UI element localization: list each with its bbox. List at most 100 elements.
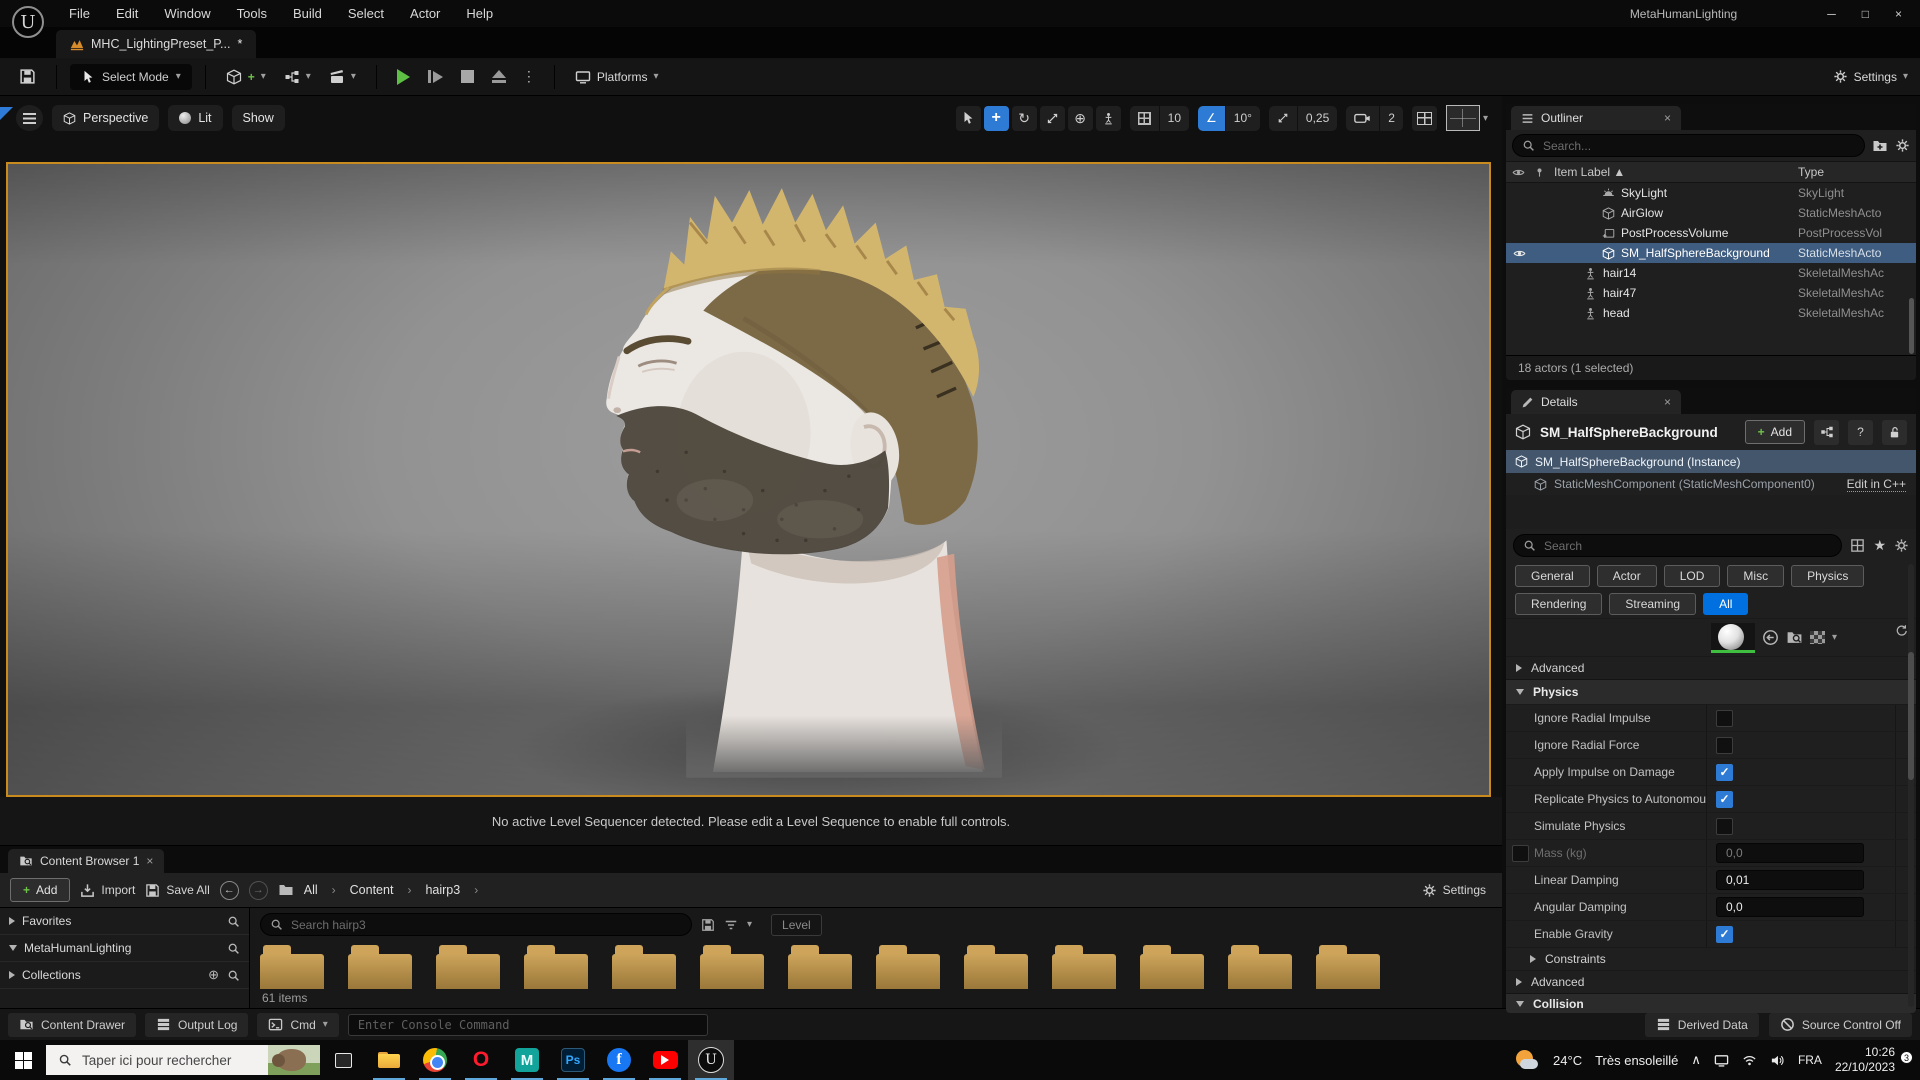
scale-snap-value[interactable]: 0,25 bbox=[1296, 105, 1338, 131]
select-mode-dropdown[interactable]: Select Mode ▾ bbox=[70, 63, 192, 90]
surface-snapping-toggle[interactable] bbox=[1095, 105, 1121, 131]
mass-field[interactable] bbox=[1716, 843, 1864, 863]
rotate-tool-button[interactable]: ↻ bbox=[1011, 105, 1037, 131]
add-collection-icon[interactable]: ⊕ bbox=[208, 967, 219, 983]
language-indicator[interactable]: FRA bbox=[1798, 1053, 1822, 1067]
filter-chip-streaming[interactable]: Streaming bbox=[1609, 593, 1697, 615]
material-thumbnail[interactable] bbox=[1711, 622, 1755, 653]
browse-to-asset-icon[interactable] bbox=[1786, 629, 1803, 646]
checkbox-checked[interactable]: ✓ bbox=[1716, 925, 1733, 943]
close-icon[interactable]: × bbox=[1664, 395, 1671, 409]
filter-chip-all[interactable]: All bbox=[1703, 593, 1749, 615]
collapse-arrow-icon[interactable] bbox=[9, 945, 17, 951]
task-view-button[interactable] bbox=[320, 1040, 366, 1080]
output-log-button[interactable]: Output Log bbox=[145, 1012, 249, 1037]
view-mode-dropdown[interactable]: Lit bbox=[168, 105, 223, 131]
world-space-toggle[interactable]: ⊕ bbox=[1067, 105, 1093, 131]
outliner-search-input[interactable] bbox=[1541, 137, 1855, 154]
outliner-scrollbar[interactable] bbox=[1909, 298, 1914, 354]
filter-chip-lod[interactable]: LOD bbox=[1663, 565, 1721, 587]
gear-icon[interactable] bbox=[1894, 538, 1909, 553]
weather-label[interactable]: Très ensoleillé bbox=[1595, 1053, 1678, 1068]
outliner-search-field[interactable] bbox=[1512, 134, 1865, 157]
editor-settings-dropdown[interactable]: Settings ▾ bbox=[1833, 69, 1908, 84]
display-options-icon[interactable] bbox=[1850, 538, 1865, 553]
asset-search-field[interactable] bbox=[260, 913, 692, 936]
outliner-row-skylight[interactable]: SkyLight SkyLight bbox=[1506, 183, 1916, 203]
3d-viewport[interactable] bbox=[6, 162, 1491, 797]
folder-thumbnail[interactable] bbox=[524, 945, 594, 989]
derived-data-button[interactable]: Derived Data bbox=[1644, 1012, 1759, 1037]
section-collision[interactable]: Collision bbox=[1506, 993, 1916, 1013]
blueprint-button[interactable] bbox=[1814, 419, 1839, 445]
menu-tools[interactable]: Tools bbox=[224, 0, 280, 27]
section-advanced-2[interactable]: Advanced bbox=[1506, 970, 1916, 993]
folder-thumbnail[interactable] bbox=[1052, 945, 1122, 989]
checkbox[interactable] bbox=[1716, 817, 1733, 835]
filter-chevron[interactable]: ▾ bbox=[747, 919, 752, 930]
collapse-arrow-icon[interactable] bbox=[1516, 689, 1524, 695]
expand-arrow-icon[interactable] bbox=[9, 971, 15, 979]
override-checkbox[interactable] bbox=[1512, 845, 1529, 862]
content-browser-tab[interactable]: Content Browser 1 × bbox=[8, 849, 165, 873]
stop-button[interactable] bbox=[454, 65, 481, 88]
grid-snap-value[interactable]: 10 bbox=[1158, 105, 1189, 131]
level-filter-chip[interactable]: Level bbox=[771, 913, 822, 936]
search-icon[interactable] bbox=[227, 969, 240, 982]
details-search-input[interactable] bbox=[1542, 537, 1833, 554]
camera-speed-control[interactable]: 2 bbox=[1346, 105, 1403, 131]
details-scrollbar-thumb[interactable] bbox=[1908, 652, 1914, 780]
sidebar-item-favorites[interactable]: Favorites bbox=[0, 908, 249, 935]
gear-icon[interactable] bbox=[1895, 138, 1910, 153]
windows-search-input[interactable] bbox=[80, 1051, 240, 1069]
add-actor-button[interactable]: + ▾ bbox=[219, 64, 273, 90]
asset-search-input[interactable] bbox=[289, 916, 682, 933]
edit-in-cpp-link[interactable]: Edit in C++ bbox=[1846, 477, 1906, 492]
temperature[interactable]: 24°C bbox=[1553, 1053, 1582, 1068]
play-button[interactable] bbox=[390, 64, 417, 90]
menu-window[interactable]: Window bbox=[151, 0, 223, 27]
wifi-icon[interactable] bbox=[1742, 1053, 1757, 1068]
filter-chip-misc[interactable]: Misc bbox=[1727, 565, 1785, 587]
taskbar-file-explorer[interactable] bbox=[366, 1040, 412, 1080]
cb-add-button[interactable]: + Add bbox=[10, 878, 71, 902]
type-column[interactable]: Type bbox=[1798, 165, 1916, 179]
volume-icon[interactable] bbox=[1770, 1053, 1785, 1068]
folder-thumbnail[interactable] bbox=[348, 945, 418, 989]
filter-chip-physics[interactable]: Physics bbox=[1791, 565, 1865, 587]
breadcrumb-content[interactable]: Content bbox=[350, 883, 394, 897]
checkbox-checked[interactable]: ✓ bbox=[1716, 763, 1733, 781]
material-options-icon[interactable] bbox=[1810, 631, 1825, 644]
details-tab[interactable]: Details × bbox=[1511, 390, 1681, 414]
blueprints-button[interactable]: ▾ bbox=[277, 64, 318, 90]
expand-arrow-icon[interactable] bbox=[9, 917, 15, 925]
cmd-dropdown[interactable]: Cmd ▾ bbox=[257, 1012, 339, 1037]
cinematics-button[interactable]: ▾ bbox=[322, 64, 363, 90]
play-options-menu[interactable]: ⋮ bbox=[517, 68, 541, 85]
folder-thumbnail[interactable] bbox=[700, 945, 770, 989]
close-icon[interactable]: × bbox=[1664, 111, 1671, 125]
folder-thumbnail[interactable] bbox=[1228, 945, 1298, 989]
tab-lighting-preset[interactable]: MHC_LightingPreset_P... * bbox=[56, 30, 257, 58]
console-command-input[interactable] bbox=[347, 1013, 708, 1036]
breadcrumb-hairp3[interactable]: hairp3 bbox=[425, 883, 460, 897]
sidebar-item-project[interactable]: MetaHumanLighting bbox=[0, 935, 249, 962]
rotation-snap-control[interactable]: ∠ 10° bbox=[1198, 105, 1260, 131]
viewport-extras-chevron[interactable]: ▾ bbox=[1483, 113, 1488, 124]
folder-thumbnail[interactable] bbox=[436, 945, 506, 989]
section-constraints[interactable]: Constraints bbox=[1506, 947, 1916, 970]
use-selected-asset-icon[interactable] bbox=[1762, 629, 1779, 646]
cb-settings-button[interactable]: Settings bbox=[1422, 883, 1492, 898]
item-label-column[interactable]: Item Label ▲ bbox=[1548, 165, 1798, 179]
new-folder-icon[interactable] bbox=[1872, 138, 1888, 154]
outliner-row-head[interactable]: head SkeletalMeshAc bbox=[1506, 303, 1916, 323]
eject-button[interactable] bbox=[485, 65, 513, 88]
perspective-dropdown[interactable]: Perspective bbox=[52, 105, 160, 131]
filter-chip-actor[interactable]: Actor bbox=[1596, 565, 1657, 587]
source-control-button[interactable]: Source Control Off bbox=[1768, 1012, 1912, 1037]
breadcrumb-all[interactable]: All bbox=[304, 883, 318, 897]
save-all-button[interactable]: Save All bbox=[145, 883, 210, 898]
help-button[interactable]: ? bbox=[1848, 419, 1873, 445]
select-tool-button[interactable] bbox=[955, 105, 981, 131]
frame-skip-button[interactable] bbox=[421, 65, 450, 88]
